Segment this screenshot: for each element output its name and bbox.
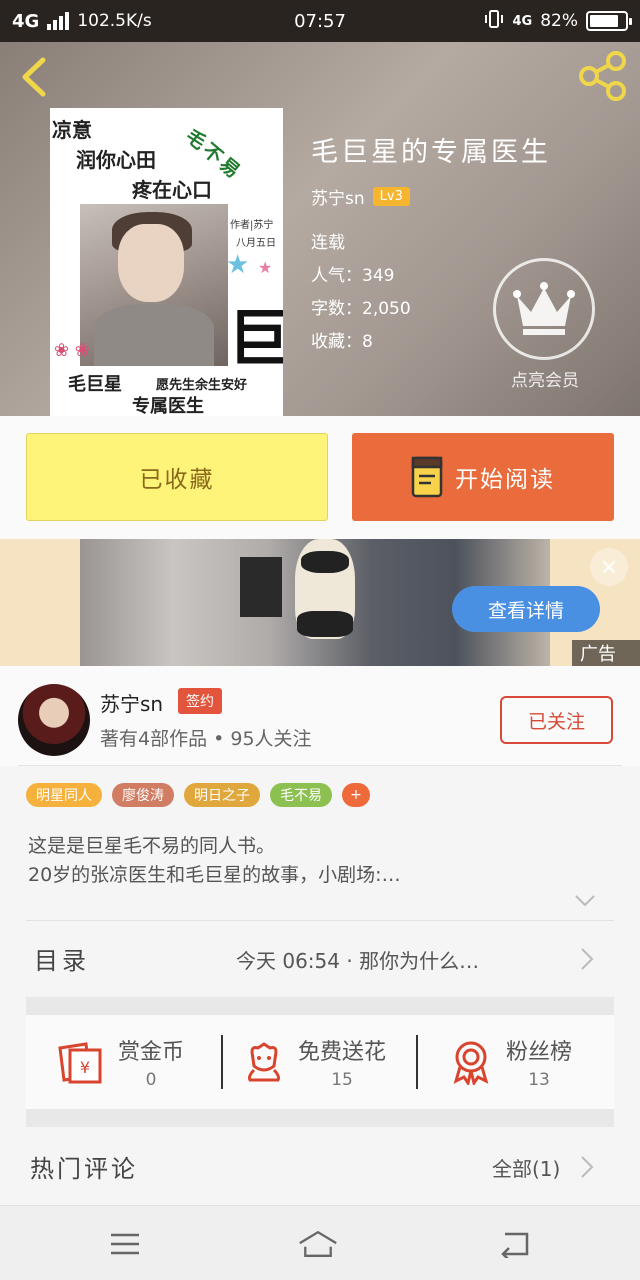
medal-icon <box>453 1041 489 1085</box>
back-nav-button[interactable] <box>494 1226 534 1262</box>
divider <box>18 765 622 766</box>
tag-item[interactable]: 廖俊涛 <box>112 783 174 807</box>
start-reading-label: 开始阅读 <box>455 467 555 493</box>
tag-list: 明星同人 廖俊涛 明日之子 毛不易 + <box>26 783 370 807</box>
section-gap <box>26 997 614 1015</box>
book-icon <box>411 456 443 498</box>
author-summary: 著有4部作品 • 95人关注 <box>100 728 312 750</box>
level-badge: Lv3 <box>372 187 410 206</box>
battery-percent: 82% <box>540 11 578 31</box>
book-header: 凉意 润你心田 疼在心口 毛不易 作者|苏宁 八月五日 ★ ★ ❀ ❀ 巨 毛巨… <box>0 42 640 416</box>
book-intro[interactable]: 这是是巨星毛不易的同人书。 20岁的张凉医生和毛巨星的故事，小剧场:… <box>28 832 608 890</box>
add-tag-button[interactable]: + <box>342 783 370 807</box>
chevron-right-icon <box>581 1156 594 1178</box>
cover-text-2: 润你心田 <box>76 148 156 172</box>
action-bar: 已收藏 开始阅读 <box>0 416 640 539</box>
reward-flowers[interactable]: 免费送花 15 <box>244 1015 386 1109</box>
svg-text:¥: ¥ <box>80 1058 90 1077</box>
cover-text-3: 疼在心口 <box>132 178 212 202</box>
flower-icon <box>248 1042 280 1082</box>
reward-count: 0 <box>145 1070 157 1090</box>
book-favorites: 收藏：8 <box>311 332 373 352</box>
star-icon: ★ <box>226 250 250 280</box>
follow-button[interactable]: 已关注 <box>500 696 613 744</box>
intro-line-1: 这是是巨星毛不易的同人书。 <box>28 835 276 857</box>
book-author[interactable]: 苏宁sn <box>311 184 365 209</box>
chevron-down-icon[interactable] <box>574 893 596 912</box>
cover-slogan: 愿先生余生安好 <box>156 378 248 393</box>
reward-count: 13 <box>528 1070 550 1090</box>
avatar[interactable] <box>18 684 90 756</box>
cover-text-1: 凉意 <box>52 118 92 142</box>
cover-name-1: 毛巨星 <box>68 374 122 395</box>
book-word-count: 字数：2,050 <box>311 299 411 319</box>
hot-comments-title: 热门评论 <box>30 1155 138 1183</box>
cover-date-tag: 八月五日 <box>236 238 276 249</box>
author-section: 苏宁sn 签约 著有4部作品 • 95人关注 已关注 <box>0 666 640 766</box>
divider <box>416 1035 418 1089</box>
red-envelope-icon: ¥ <box>58 1042 102 1084</box>
battery-icon <box>586 11 632 31</box>
tag-item[interactable]: 毛不易 <box>270 783 332 807</box>
book-popularity: 人气：349 <box>311 266 395 286</box>
tag-item[interactable]: 明日之子 <box>184 783 260 807</box>
back-button[interactable] <box>14 54 54 100</box>
cover-author-tag: 作者|苏宁 <box>230 220 274 231</box>
vip-button[interactable] <box>493 258 595 360</box>
home-icon <box>299 1230 337 1257</box>
chevron-left-icon <box>22 57 46 97</box>
toc-label: 目录 <box>34 947 90 975</box>
reward-label: 赏金币 <box>118 1040 185 1065</box>
toc-latest-chapter: 今天 06:54 · 那你为什么… <box>236 949 480 973</box>
intro-line-2: 20岁的张凉医生和毛巨星的故事，小剧场:… <box>28 864 401 886</box>
book-author-row[interactable]: 苏宁sn Lv3 <box>311 184 410 209</box>
vibrate-icon <box>484 9 504 34</box>
ad-close-button[interactable]: × <box>590 548 628 586</box>
cover-photo <box>80 204 228 366</box>
divider <box>221 1035 223 1089</box>
tag-item[interactable]: 明星同人 <box>26 783 102 807</box>
network-type-right: 4G <box>512 13 533 29</box>
home-button[interactable] <box>298 1226 338 1262</box>
back-icon <box>501 1232 529 1258</box>
section-gap <box>26 1109 614 1127</box>
toc-row[interactable]: 目录 今天 06:54 · 那你为什么… <box>0 921 640 997</box>
crown-icon <box>513 282 575 335</box>
reward-count: 15 <box>331 1070 353 1090</box>
menu-icon <box>111 1233 139 1255</box>
share-button[interactable] <box>578 50 628 102</box>
book-status: 连载 <box>311 233 345 253</box>
network-type: 4G <box>12 10 40 32</box>
ad-tag: 广告 <box>572 640 640 666</box>
signed-badge: 签约 <box>178 688 222 714</box>
system-nav-bar <box>0 1205 640 1280</box>
reward-bar: ¥ 赏金币 0 免费送花 15 粉丝榜 13 <box>26 1015 614 1109</box>
menu-button[interactable] <box>105 1226 145 1262</box>
reward-label: 粉丝榜 <box>506 1040 573 1065</box>
network-speed: 102.5K/s <box>77 11 152 31</box>
flower-decoration: ❀ ❀ <box>54 340 90 361</box>
favorited-button[interactable]: 已收藏 <box>26 433 328 521</box>
reward-coins[interactable]: ¥ 赏金币 0 <box>56 1015 184 1109</box>
signal-icon <box>47 12 70 30</box>
cover-name-2: 专属医生 <box>132 396 204 416</box>
book-title: 毛巨星的专属医生 <box>311 137 551 168</box>
status-bar: 4G 102.5K/s 07:57 4G 82% <box>0 0 640 42</box>
hot-comments-row[interactable]: 热门评论 全部(1) <box>0 1127 640 1205</box>
start-reading-button[interactable]: 开始阅读 <box>352 433 614 521</box>
vip-label[interactable]: 点亮会员 <box>485 366 605 391</box>
reward-fans[interactable]: 粉丝榜 13 <box>450 1015 572 1109</box>
ad-details-button[interactable]: 查看详情 <box>452 586 600 632</box>
book-cover[interactable]: 凉意 润你心田 疼在心口 毛不易 作者|苏宁 八月五日 ★ ★ ❀ ❀ 巨 毛巨… <box>50 108 283 416</box>
all-comments-link[interactable]: 全部(1) <box>492 1153 560 1182</box>
cover-big-char: 巨 <box>228 302 283 375</box>
author-name[interactable]: 苏宁sn <box>100 688 163 717</box>
chevron-right-icon <box>581 948 594 970</box>
reward-label: 免费送花 <box>298 1040 387 1065</box>
share-icon <box>579 51 626 101</box>
star-icon: ★ <box>258 258 273 277</box>
